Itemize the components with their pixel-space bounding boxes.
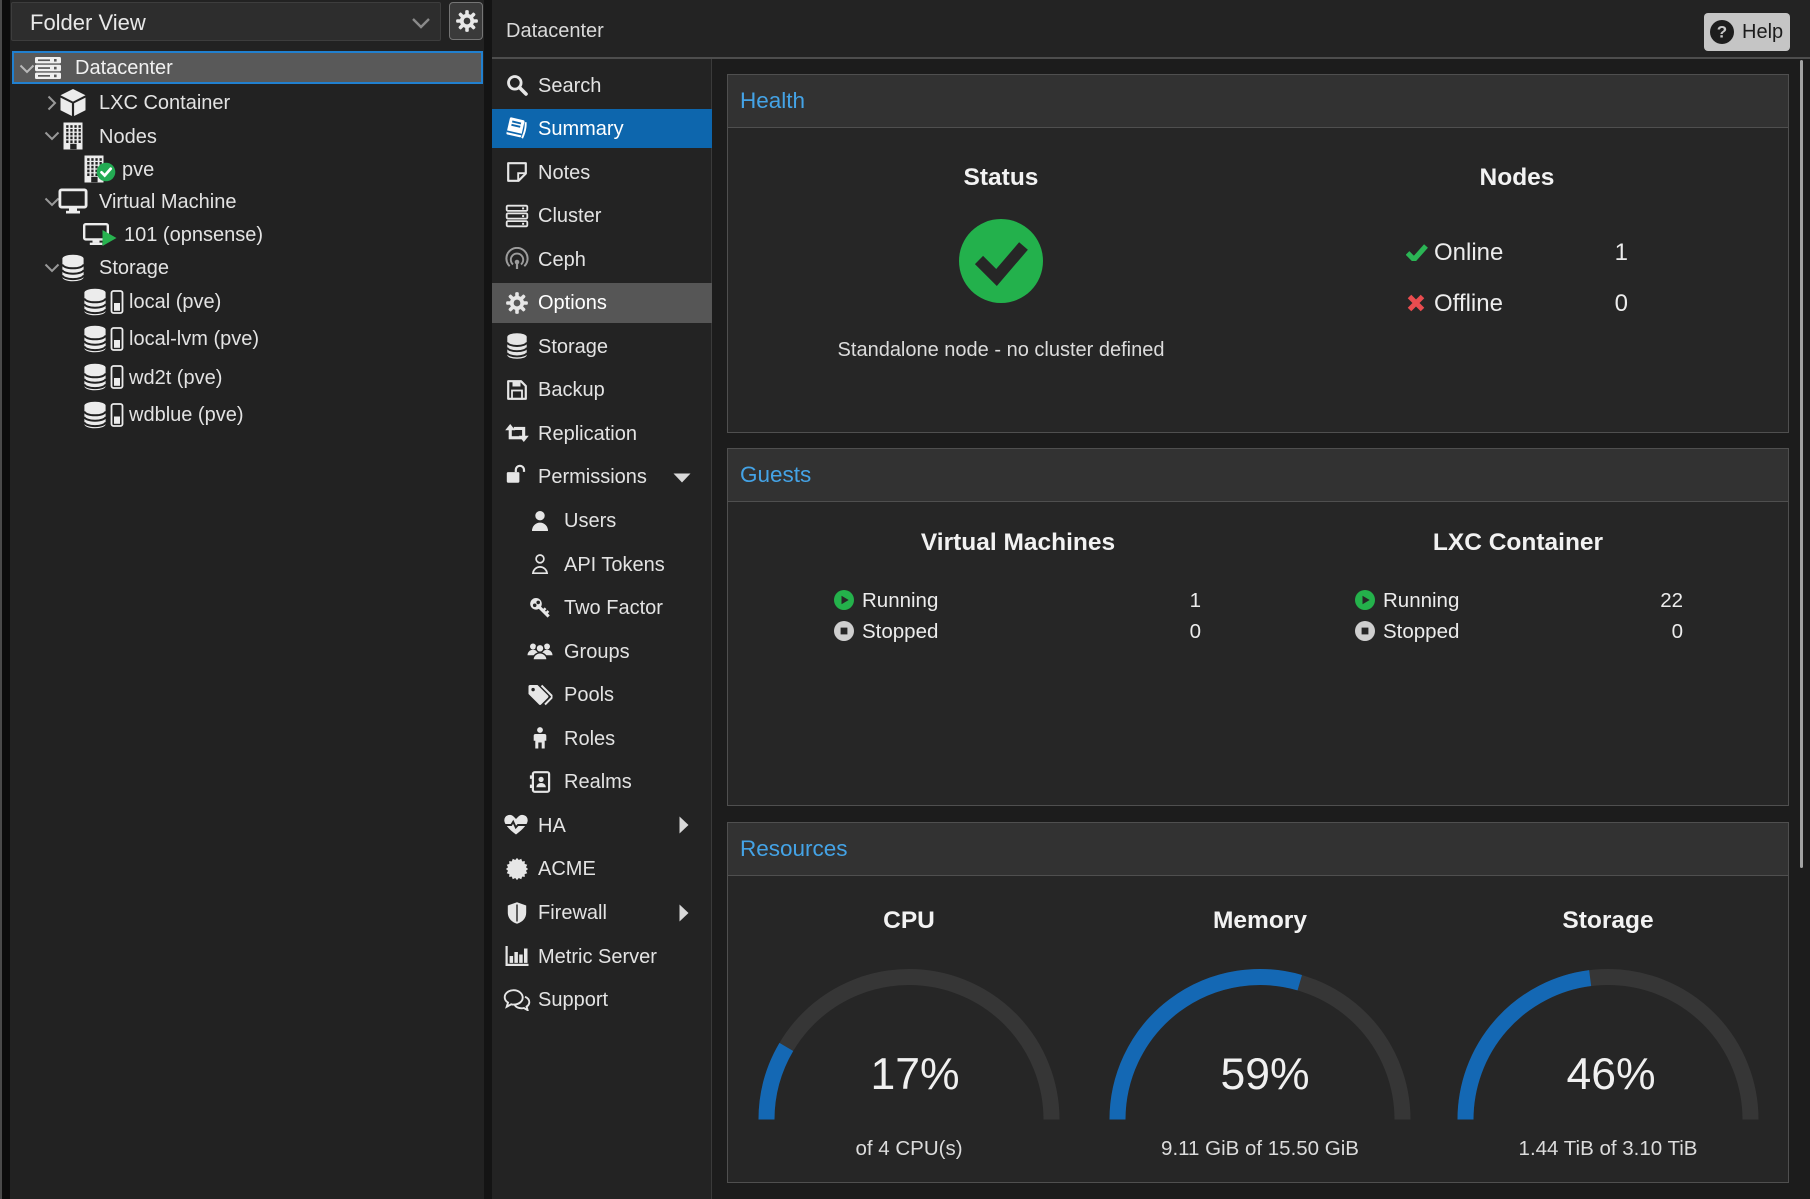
- svg-text:?: ?: [1717, 22, 1727, 41]
